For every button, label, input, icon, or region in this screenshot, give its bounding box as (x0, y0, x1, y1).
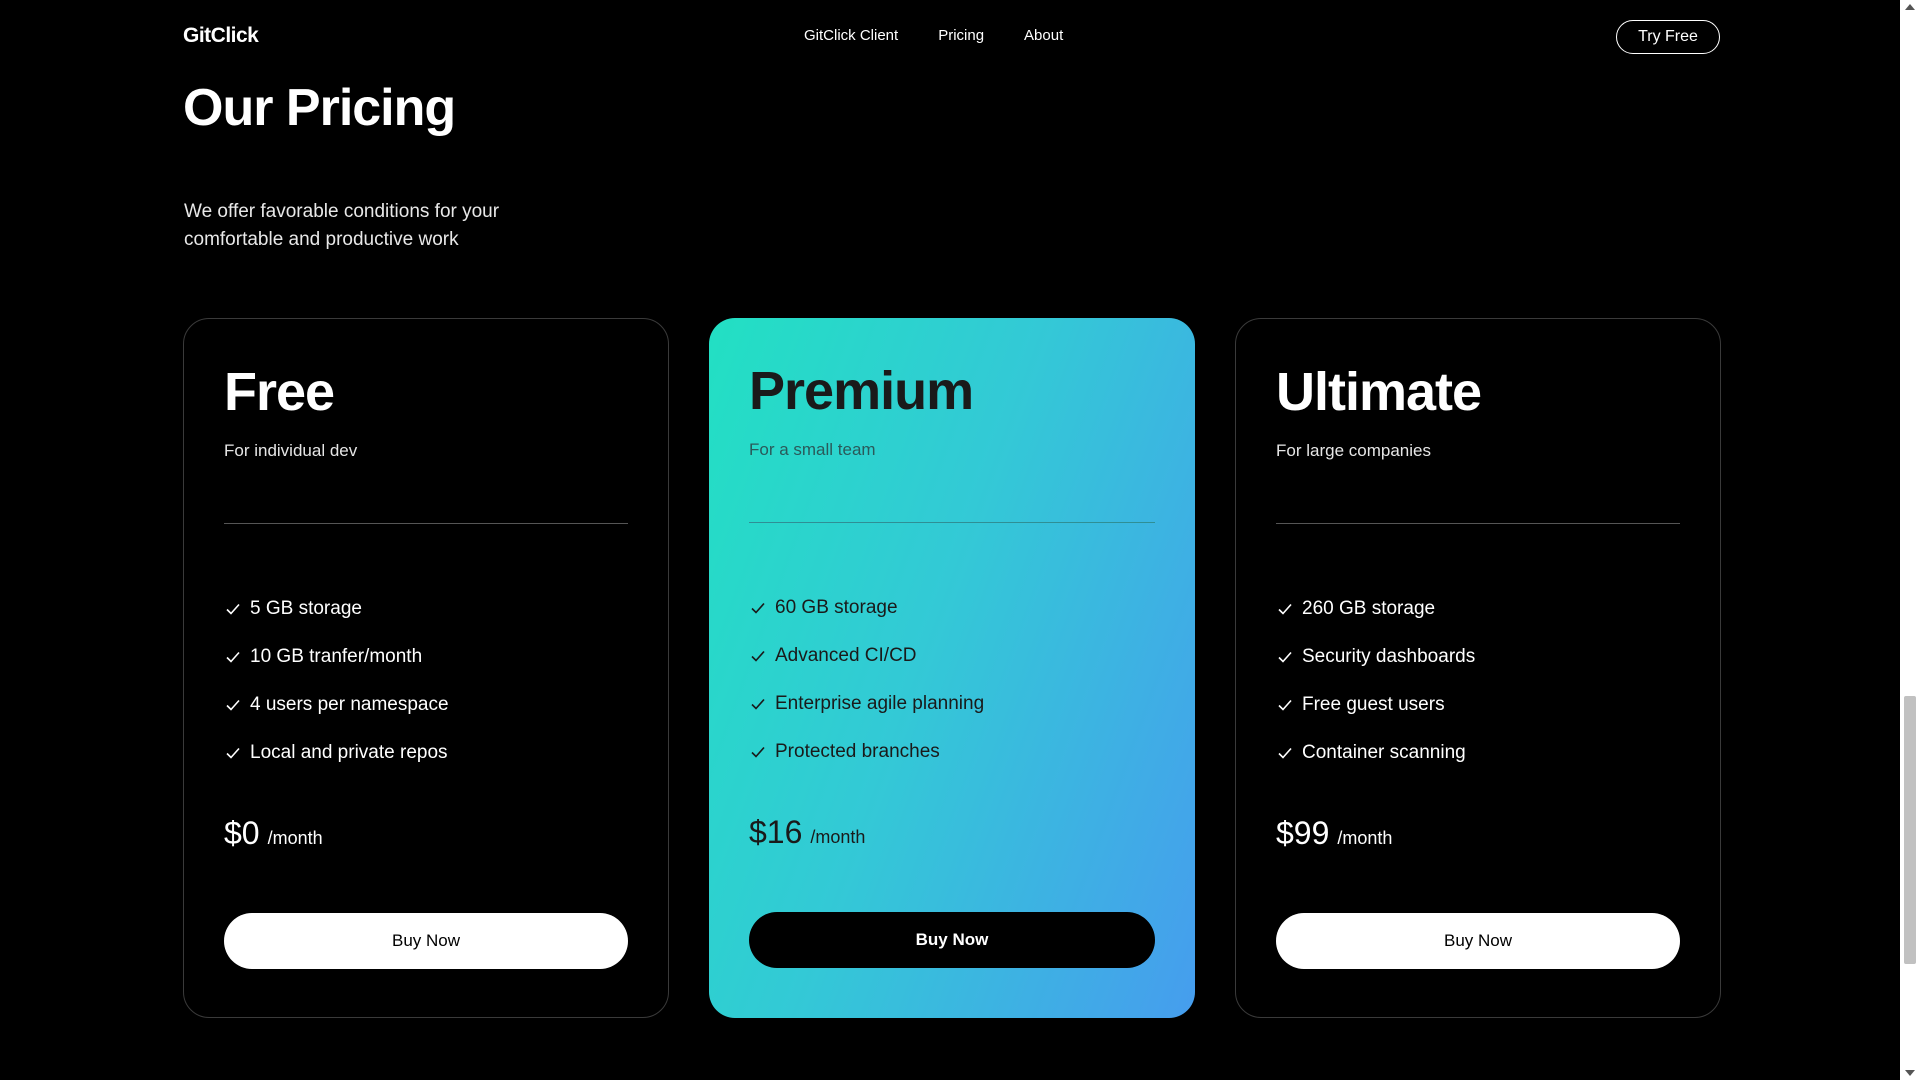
page-scrollbar[interactable] (1900, 0, 1920, 1080)
buy-now-button-ultimate[interactable]: Buy Now (1276, 913, 1680, 969)
check-icon (226, 603, 240, 615)
feature-list: 260 GB storage Security dashboards Free … (1276, 585, 1475, 777)
feature-label: 5 GB storage (250, 598, 362, 619)
page: GitClick GitClick Client Pricing About T… (0, 0, 1900, 1080)
divider (749, 522, 1155, 523)
price: $0 /month (224, 815, 323, 852)
check-icon (751, 698, 765, 710)
feature-label: Protected branches (775, 741, 940, 762)
plan-name: Premium (749, 361, 974, 421)
scroll-thumb[interactable] (1904, 696, 1916, 964)
feature-label: Container scanning (1302, 742, 1466, 763)
feature-item: Enterprise agile planning (749, 680, 984, 728)
feature-item: Free guest users (1276, 681, 1475, 729)
plan-card-ultimate: Ultimate For large companies 260 GB stor… (1235, 318, 1721, 1018)
check-icon (226, 699, 240, 711)
price-amount: $99 (1276, 815, 1330, 851)
price: $99 /month (1276, 815, 1392, 852)
feature-label: 60 GB storage (775, 597, 898, 618)
nav-link-gitclick-client[interactable]: GitClick Client (804, 27, 898, 44)
feature-list: 5 GB storage 10 GB tranfer/month 4 users… (224, 585, 449, 777)
price-amount: $0 (224, 815, 260, 851)
check-icon (751, 650, 765, 662)
check-icon (226, 651, 240, 663)
feature-list: 60 GB storage Advanced CI/CD Enterprise … (749, 584, 984, 776)
plan-card-premium: Premium For a small team 60 GB storage A… (709, 318, 1195, 1018)
pricing-cards: Free For individual dev 5 GB storage 10 … (183, 318, 1721, 1018)
feature-item: Container scanning (1276, 729, 1475, 777)
logo[interactable]: GitClick (183, 24, 259, 48)
feature-item: 5 GB storage (224, 585, 449, 633)
feature-item: 60 GB storage (749, 584, 984, 632)
check-icon (226, 747, 240, 759)
plan-description: For large companies (1276, 441, 1431, 460)
price-unit: /month (1337, 828, 1393, 848)
feature-item: Protected branches (749, 728, 984, 776)
nav-link-about[interactable]: About (1024, 27, 1063, 44)
price-unit: /month (810, 827, 866, 847)
nav-link-pricing[interactable]: Pricing (938, 27, 984, 44)
plan-description: For a small team (749, 440, 876, 459)
plan-card-free: Free For individual dev 5 GB storage 10 … (183, 318, 669, 1018)
feature-label: 10 GB tranfer/month (250, 646, 423, 667)
main-nav: GitClick Client Pricing About (804, 27, 1063, 44)
check-icon (1278, 699, 1292, 711)
feature-item: Local and private repos (224, 729, 449, 777)
feature-label: Local and private repos (250, 742, 448, 763)
plan-name: Ultimate (1276, 362, 1482, 422)
plan-name: Free (224, 362, 335, 422)
feature-label: Advanced CI/CD (775, 645, 917, 666)
feature-label: Enterprise agile planning (775, 693, 985, 714)
check-icon (1278, 747, 1292, 759)
plan-description: For individual dev (224, 441, 358, 460)
feature-label: 260 GB storage (1302, 598, 1436, 619)
check-icon (751, 602, 765, 614)
scroll-up-icon[interactable] (1905, 4, 1915, 10)
feature-item: 260 GB storage (1276, 585, 1475, 633)
feature-label: 4 users per namespace (250, 694, 449, 715)
price-amount: $16 (749, 814, 803, 850)
try-free-button[interactable]: Try Free (1616, 20, 1720, 54)
page-title: Our Pricing (183, 79, 456, 137)
site-header: GitClick GitClick Client Pricing About T… (183, 18, 1720, 56)
feature-item: Advanced CI/CD (749, 632, 984, 680)
check-icon (1278, 603, 1292, 615)
feature-item: 10 GB tranfer/month (224, 633, 449, 681)
check-icon (1278, 651, 1292, 663)
price-unit: /month (267, 828, 323, 848)
buy-now-button-premium[interactable]: Buy Now (749, 912, 1155, 968)
feature-label: Security dashboards (1302, 646, 1476, 667)
feature-item: 4 users per namespace (224, 681, 449, 729)
check-icon (751, 746, 765, 758)
divider (224, 523, 628, 524)
page-subtitle: We offer favorable conditions for your c… (184, 201, 500, 250)
divider (1276, 523, 1680, 524)
price: $16 /month (749, 814, 865, 851)
buy-now-button-free[interactable]: Buy Now (224, 913, 628, 969)
scroll-down-icon[interactable] (1905, 1070, 1915, 1076)
feature-item: Security dashboards (1276, 633, 1475, 681)
feature-label: Free guest users (1302, 694, 1445, 715)
